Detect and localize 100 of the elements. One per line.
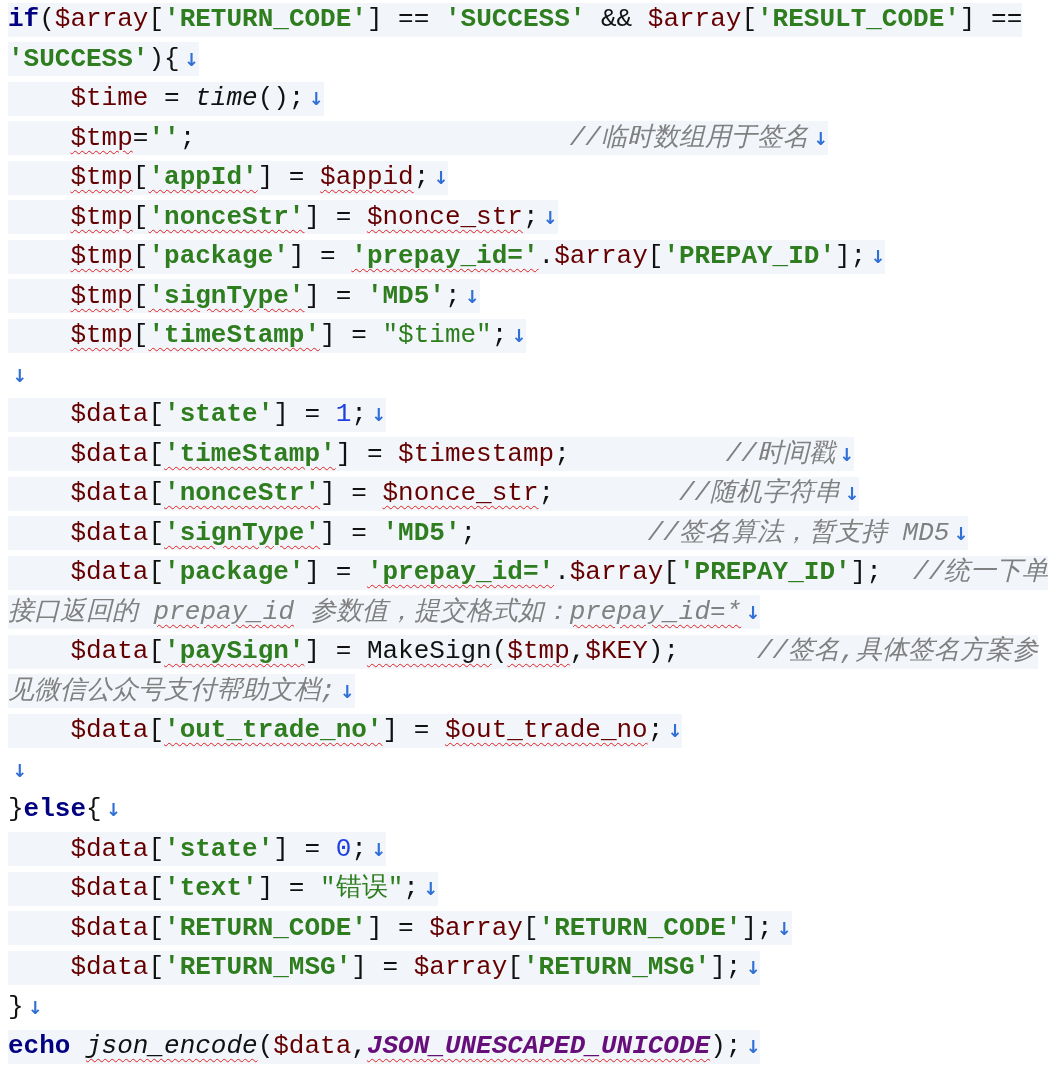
code-text: ] = [288, 240, 337, 274]
comment: prepay_id [153, 595, 295, 629]
comment: //签名算法，暂支持 MD5 [647, 516, 950, 550]
variable: $tmp [507, 635, 570, 669]
variable: $appid [320, 161, 414, 195]
string-literal: 'RETURN_MSG' [522, 951, 711, 985]
code-text: ] = [320, 319, 368, 353]
string-literal: 'prepay_id=' [351, 240, 539, 274]
code-text: [ [148, 872, 165, 906]
variable: $data [70, 714, 149, 748]
string-literal: 'PREPAY_ID' [663, 240, 835, 274]
string-literal: "$time" [382, 319, 492, 353]
code-text: [ [148, 398, 165, 432]
code-text: ] = [320, 477, 368, 511]
string-literal: 'timeStamp' [148, 319, 321, 353]
variable: $data [70, 635, 149, 669]
code-text: ; [538, 477, 556, 511]
code-text: ] = [335, 437, 384, 471]
line-break-marker: ↓ [953, 521, 969, 546]
code-text: ; [647, 714, 664, 748]
code-text: = [163, 82, 181, 116]
variable: $data [70, 951, 149, 985]
variable: $data [70, 556, 149, 590]
string-literal: 'PREPAY_ID' [678, 556, 851, 590]
line-break-marker: ↓ [745, 1035, 761, 1060]
code-text: ( [39, 3, 55, 37]
string-literal: 'RESULT_CODE' [757, 3, 960, 37]
variable: $array [429, 911, 523, 945]
number: 0 [335, 832, 352, 866]
line-break-marker: ↓ [27, 995, 43, 1020]
code-text: [ [132, 200, 149, 234]
line-break-marker: ↓ [870, 245, 886, 270]
code-text: ] = [351, 951, 400, 985]
variable: $data [70, 516, 149, 550]
string-literal: 'out_trade_no' [164, 714, 383, 748]
code-text: ; [554, 437, 571, 471]
string-literal: 'RETURN_CODE' [164, 3, 367, 37]
variable: $tmp [70, 279, 133, 313]
variable: $tmp [70, 121, 133, 155]
code-text: [ [148, 3, 165, 37]
code-text: ; [413, 161, 430, 195]
code-text: ; [403, 872, 419, 906]
string-literal: 'text' [164, 872, 258, 906]
string-literal: 'state' [164, 832, 274, 866]
code-text: ); [710, 1030, 742, 1064]
code-text: [ [148, 437, 165, 471]
code-text: { [86, 793, 102, 827]
code-text: ); [647, 635, 680, 669]
variable: $tmp [70, 240, 133, 274]
line-break-marker: ↓ [745, 600, 761, 625]
line-break-marker: ↓ [370, 403, 386, 428]
code-text: ] = [273, 832, 322, 866]
variable: $array [569, 556, 664, 590]
string-literal: 'MD5' [366, 279, 445, 313]
code-text: ( [491, 635, 508, 669]
code-text: , [569, 635, 586, 669]
code-text: && [599, 3, 634, 37]
code-text: [ [132, 161, 149, 195]
comment: 参数值，提交格式如： [308, 595, 570, 629]
code-text: [ [148, 951, 165, 985]
variable: $data [273, 1030, 352, 1064]
variable: $array [54, 3, 149, 37]
comment: 接口返回的 [8, 595, 141, 629]
number: 1 [335, 398, 352, 432]
string-literal: 'prepay_id=' [366, 556, 555, 590]
string-literal: 'paySign' [164, 635, 305, 669]
code-text: [ [647, 240, 664, 274]
variable: $array [554, 240, 648, 274]
function-name: json_encode [86, 1030, 258, 1064]
string-literal: 'appId' [148, 161, 258, 195]
variable: $tmp [70, 200, 133, 234]
string-literal: 'SUCCESS' [444, 3, 586, 37]
variable: $tmp [70, 161, 133, 195]
code-text: ; [491, 319, 508, 353]
line-break-marker: ↓ [667, 719, 683, 744]
code-text: [ [148, 714, 165, 748]
string-literal: "错误" [320, 872, 404, 906]
code-text: ] = [320, 516, 368, 550]
code-text: ){ [148, 42, 180, 76]
code-text: [ [522, 911, 539, 945]
variable: $nonce_str [382, 477, 539, 511]
code-text: [ [148, 911, 165, 945]
line-break-marker: ↓ [844, 482, 860, 507]
code-text: [ [132, 279, 149, 313]
string-literal: 'signType' [164, 516, 321, 550]
variable: $tmp [70, 319, 133, 353]
line-break-marker: ↓ [776, 916, 792, 941]
code-text: [ [148, 556, 165, 590]
code-text: . [538, 240, 555, 274]
code-text: ; [351, 832, 367, 866]
variable: $data [70, 911, 149, 945]
line-break-marker: ↓ [812, 126, 829, 151]
keyword: else [23, 793, 87, 827]
code-text: [ [663, 556, 679, 590]
code-text: ; [351, 398, 367, 432]
constant: JSON_UNESCAPED_UNICODE [366, 1030, 711, 1064]
string-literal: 'package' [148, 240, 289, 274]
variable: $data [70, 872, 149, 906]
comment: //随机字符串 [678, 477, 841, 511]
variable: $data [70, 477, 149, 511]
